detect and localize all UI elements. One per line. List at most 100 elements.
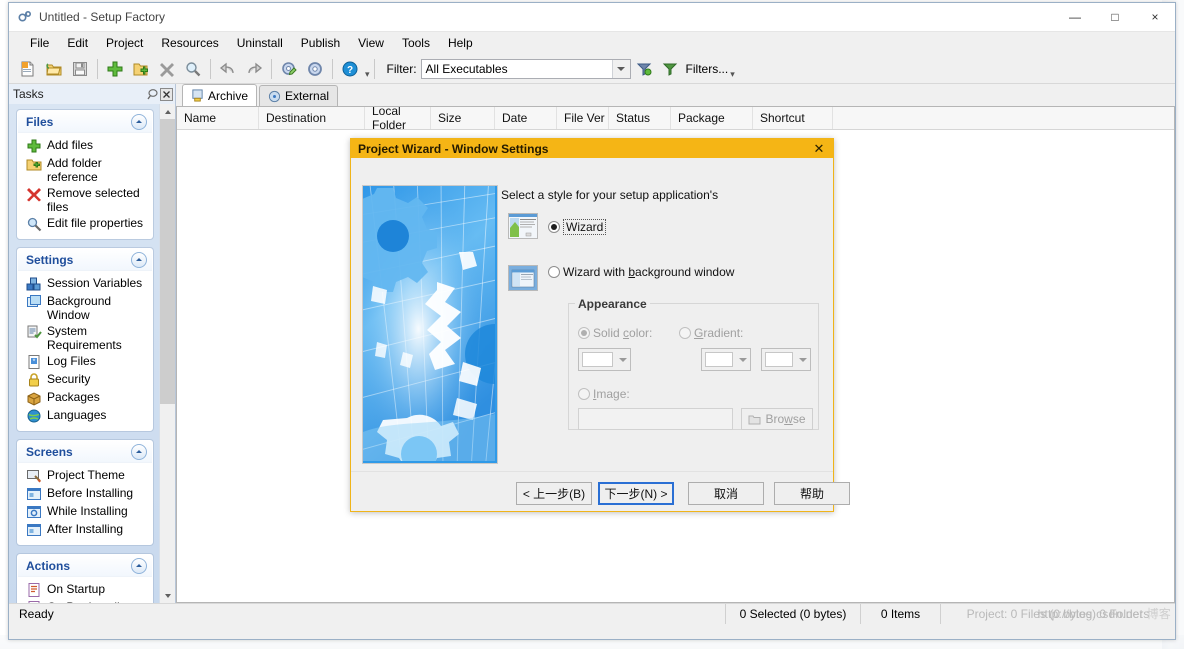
column-header-date[interactable]: Date bbox=[495, 107, 557, 129]
find-button[interactable] bbox=[180, 57, 206, 81]
task-languages[interactable]: Languages bbox=[26, 407, 148, 425]
column-header-status[interactable]: Status bbox=[609, 107, 671, 129]
radio-wizard[interactable] bbox=[548, 221, 560, 233]
menu-uninstall[interactable]: Uninstall bbox=[228, 33, 292, 53]
task-add-folder-reference[interactable]: Add folder reference bbox=[26, 155, 148, 185]
filter-combo[interactable]: All Executables bbox=[420, 59, 631, 79]
chevron-down-icon[interactable] bbox=[615, 349, 630, 370]
wizard-bg-preview-thumbnail[interactable] bbox=[508, 265, 538, 291]
task-after-installing[interactable]: After Installing bbox=[26, 521, 148, 539]
column-header-local-folder[interactable]: Local Folder bbox=[365, 107, 431, 132]
column-header-file-ver[interactable]: File Ver bbox=[557, 107, 609, 129]
task-group-files-header[interactable]: Files bbox=[18, 111, 152, 133]
cancel-button[interactable]: 取消 bbox=[688, 482, 764, 505]
task-project-theme[interactable]: Project Theme bbox=[26, 467, 148, 485]
scrollbar-track[interactable] bbox=[160, 119, 175, 588]
add-folder-button[interactable] bbox=[128, 57, 154, 81]
filters-overflow-button[interactable]: ▾ bbox=[730, 69, 735, 83]
column-header-destination[interactable]: Destination bbox=[259, 107, 365, 129]
image-path-input[interactable] bbox=[578, 408, 733, 430]
clear-filter-button[interactable] bbox=[631, 57, 657, 81]
column-header-name[interactable]: Name bbox=[177, 107, 259, 129]
option-wizard-bg-row[interactable]: Wizard with background window bbox=[548, 265, 734, 279]
help-button[interactable]: 帮助 bbox=[774, 482, 850, 505]
task-before-installing[interactable]: Before Installing bbox=[26, 485, 148, 503]
solid-color-swatch[interactable] bbox=[578, 348, 631, 371]
remove-files-button[interactable] bbox=[154, 57, 180, 81]
task-edit-file-properties[interactable]: Edit file properties bbox=[26, 215, 148, 233]
task-on-startup[interactable]: On Startup bbox=[26, 581, 148, 599]
task-remove-selected-files[interactable]: Remove selected files bbox=[26, 185, 148, 215]
radio-wizard-with-background[interactable] bbox=[548, 266, 560, 278]
task-while-installing[interactable]: While Installing bbox=[26, 503, 148, 521]
column-header-shortcut[interactable]: Shortcut bbox=[753, 107, 833, 129]
menu-help[interactable]: Help bbox=[439, 33, 482, 53]
task-group-settings-header[interactable]: Settings bbox=[18, 249, 152, 271]
task-log-files[interactable]: * Log Files bbox=[26, 353, 148, 371]
dialog-close-button[interactable]: ✕ bbox=[805, 139, 833, 158]
scrollbar-thumb[interactable] bbox=[160, 119, 175, 404]
edit-settings-button[interactable] bbox=[276, 57, 302, 81]
open-project-button[interactable] bbox=[41, 57, 67, 81]
filters-label[interactable]: Filters... bbox=[686, 62, 729, 76]
collapse-icon[interactable] bbox=[131, 251, 147, 268]
collapse-icon[interactable] bbox=[131, 557, 147, 574]
browse-button[interactable]: Browse bbox=[741, 408, 813, 430]
wizard-preview-thumbnail[interactable] bbox=[508, 213, 538, 239]
tab-archive[interactable]: Archive bbox=[182, 84, 258, 106]
settings-button[interactable] bbox=[302, 57, 328, 81]
column-header-package[interactable]: Package bbox=[671, 107, 753, 129]
maximize-button[interactable]: □ bbox=[1095, 3, 1135, 31]
scroll-up-button[interactable] bbox=[160, 104, 175, 119]
task-security[interactable]: Security bbox=[26, 371, 148, 389]
task-group-screens-header[interactable]: Screens bbox=[18, 441, 152, 463]
task-system-requirements[interactable]: System Requirements bbox=[26, 323, 148, 353]
toolbar-overflow-button[interactable]: ▾ bbox=[365, 69, 370, 83]
close-icon[interactable] bbox=[159, 87, 173, 101]
clear-filter-icon bbox=[636, 63, 652, 76]
close-button[interactable]: × bbox=[1135, 3, 1175, 31]
chevron-down-icon[interactable] bbox=[795, 349, 810, 370]
menu-file[interactable]: File bbox=[21, 33, 58, 53]
task-add-files[interactable]: Add files bbox=[26, 137, 148, 155]
gradient-color-2-swatch[interactable] bbox=[761, 348, 811, 371]
task-session-variables[interactable]: Session Variables bbox=[26, 275, 148, 293]
tab-external[interactable]: External bbox=[259, 85, 339, 106]
next-button[interactable]: 下一步(N) > bbox=[598, 482, 674, 505]
task-group-actions-header[interactable]: Actions bbox=[18, 555, 152, 577]
task-background-window[interactable]: Background Window bbox=[26, 293, 148, 323]
save-project-button[interactable] bbox=[67, 57, 93, 81]
solid-color-row[interactable]: Solid color: bbox=[578, 326, 652, 340]
new-project-icon bbox=[21, 61, 34, 77]
radio-gradient[interactable] bbox=[679, 327, 691, 339]
back-button[interactable]: < 上一步(B) bbox=[516, 482, 592, 505]
collapse-icon[interactable] bbox=[131, 113, 147, 130]
menu-publish[interactable]: Publish bbox=[292, 33, 349, 53]
undo-button[interactable] bbox=[215, 57, 241, 81]
radio-solid-color[interactable] bbox=[578, 327, 590, 339]
tasks-scrollbar[interactable] bbox=[159, 104, 175, 603]
new-project-button[interactable] bbox=[15, 57, 41, 81]
option-wizard-row[interactable]: Wizard bbox=[548, 219, 607, 235]
help-button[interactable]: ? bbox=[337, 57, 363, 81]
menu-tools[interactable]: Tools bbox=[393, 33, 439, 53]
menu-edit[interactable]: Edit bbox=[58, 33, 97, 53]
add-files-button[interactable] bbox=[102, 57, 128, 81]
chevron-down-icon[interactable] bbox=[735, 349, 750, 370]
chevron-down-icon[interactable] bbox=[611, 60, 630, 78]
image-row[interactable]: Image: bbox=[578, 387, 630, 401]
task-packages[interactable]: Packages bbox=[26, 389, 148, 407]
gradient-color-1-swatch[interactable] bbox=[701, 348, 751, 371]
minimize-button[interactable]: — bbox=[1055, 3, 1095, 31]
filters-button[interactable] bbox=[657, 57, 683, 81]
radio-image[interactable] bbox=[578, 388, 590, 400]
menu-project[interactable]: Project bbox=[97, 33, 152, 53]
collapse-icon[interactable] bbox=[131, 443, 147, 460]
menu-resources[interactable]: Resources bbox=[152, 33, 227, 53]
column-header-size[interactable]: Size bbox=[431, 107, 495, 129]
redo-button[interactable] bbox=[241, 57, 267, 81]
menu-view[interactable]: View bbox=[349, 33, 393, 53]
scroll-down-button[interactable] bbox=[160, 588, 175, 603]
gradient-row[interactable]: Gradient: bbox=[679, 326, 743, 340]
pin-icon[interactable] bbox=[145, 87, 159, 101]
